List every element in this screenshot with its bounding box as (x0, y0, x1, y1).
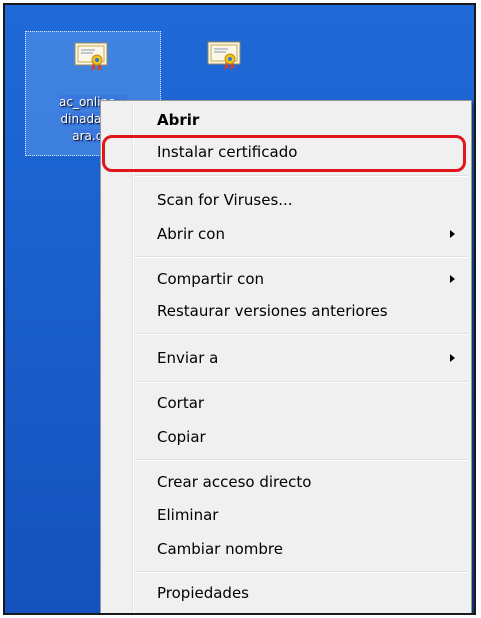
menu-separator (134, 256, 468, 258)
menu-item-label: Enviar a (157, 349, 219, 367)
menu-item-label: Abrir con (157, 225, 225, 243)
menu-item-copiar[interactable]: Copiar (157, 421, 461, 453)
menu-separator (134, 333, 468, 335)
menu-separator (134, 459, 468, 461)
menu-item-crear-acceso-directo[interactable]: Crear acceso directo (157, 466, 461, 498)
menu-item-abrir[interactable]: Abrir (157, 104, 461, 136)
context-menu: Abrir Instalar certificado Scan for Viru… (100, 100, 472, 613)
menu-separator (134, 381, 468, 383)
submenu-arrow-icon (450, 230, 455, 238)
menu-item-scan-for-viruses[interactable]: Scan for Viruses... (157, 184, 461, 216)
certificate-file-icon (74, 42, 108, 71)
menu-item-label: Compartir con (157, 270, 265, 288)
menu-item-propiedades[interactable]: Propiedades (157, 577, 461, 609)
submenu-arrow-icon (450, 354, 455, 362)
menu-item-restaurar-versiones[interactable]: Restaurar versiones anteriores (157, 295, 461, 327)
menu-item-compartir-con[interactable]: Compartir con (157, 263, 461, 295)
menu-item-abrir-con[interactable]: Abrir con (157, 218, 461, 250)
menu-item-cortar[interactable]: Cortar (157, 387, 461, 419)
highlight-annotation (102, 135, 466, 172)
screenshot-frame: ac_online... dinada_c... ara.c... ... Ab… (3, 3, 476, 615)
desktop-background: ac_online... dinada_c... ara.c... ... Ab… (5, 5, 474, 613)
menu-separator (134, 571, 468, 573)
menu-item-cambiar-nombre[interactable]: Cambiar nombre (157, 533, 461, 565)
menu-item-eliminar[interactable]: Eliminar (157, 499, 461, 531)
menu-item-enviar-a[interactable]: Enviar a (157, 342, 461, 374)
menu-separator (134, 175, 468, 177)
submenu-arrow-icon (450, 275, 455, 283)
certificate-file-icon (207, 41, 241, 70)
